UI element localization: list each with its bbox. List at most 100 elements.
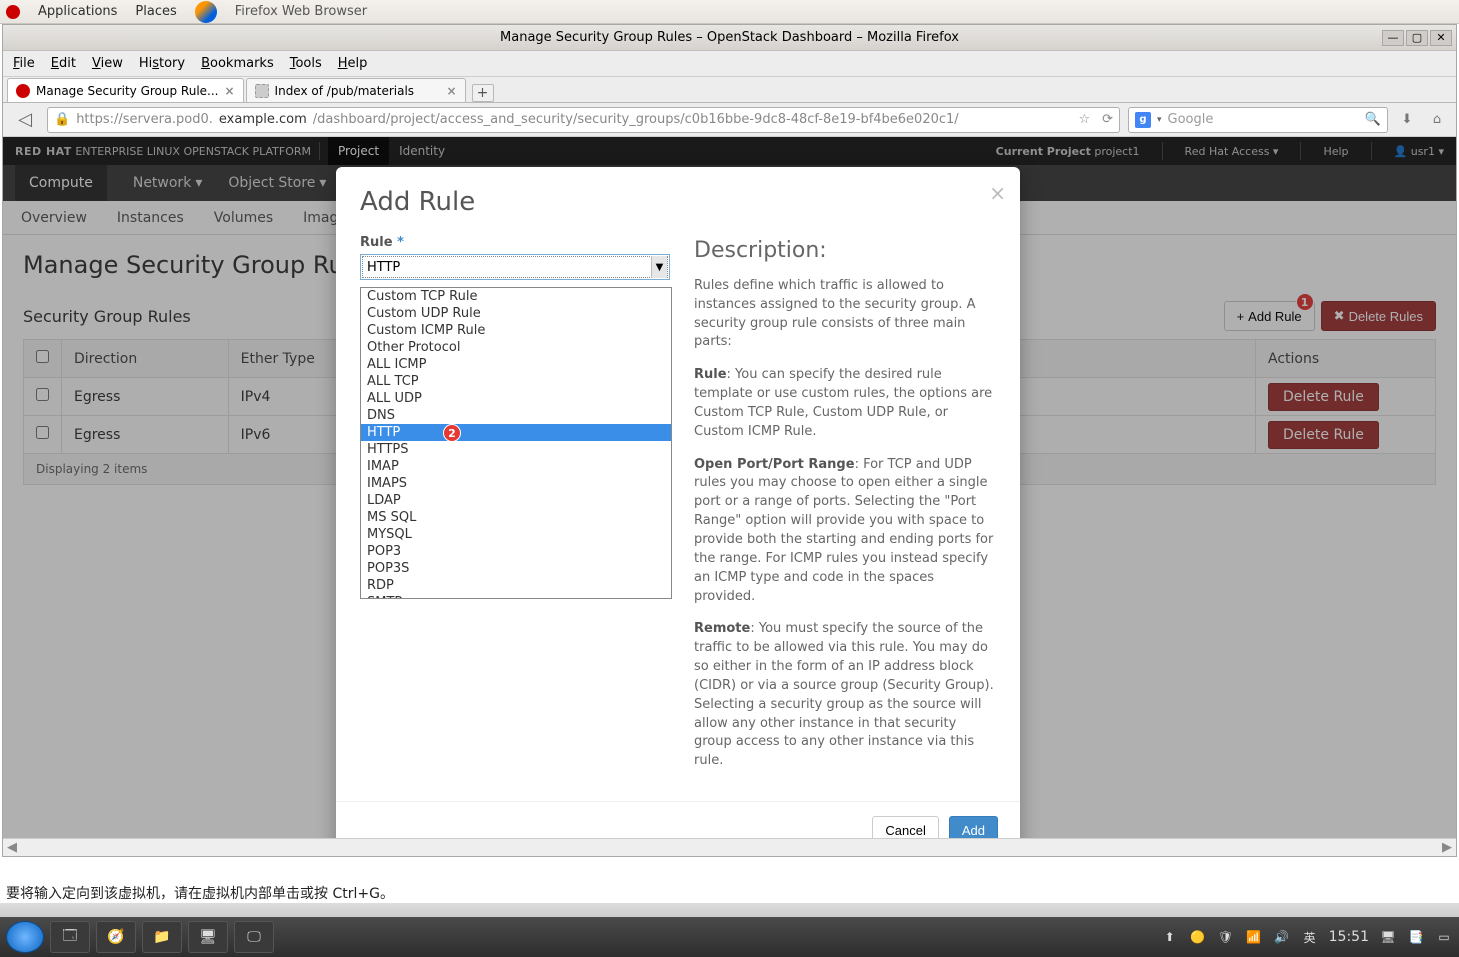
taskbar-item[interactable]: 🗔: [50, 921, 90, 953]
description-heading: Description:: [694, 235, 996, 267]
firefox-icon[interactable]: [195, 1, 217, 23]
rule-option[interactable]: IMAP: [361, 458, 671, 475]
applications-menu[interactable]: Applications: [38, 4, 117, 19]
annotation-badge-2: 2: [443, 424, 461, 442]
scroll-right-icon[interactable]: ▶: [1442, 840, 1452, 855]
taskbar-item[interactable]: 🧭: [96, 921, 136, 953]
tray-icon[interactable]: 🛡: [1217, 928, 1235, 946]
rule-option[interactable]: ALL UDP: [361, 390, 671, 407]
rule-option[interactable]: ALL ICMP: [361, 356, 671, 373]
taskbar-item[interactable]: 📁: [142, 921, 182, 953]
rule-option[interactable]: ALL TCP: [361, 373, 671, 390]
firefox-navigation-row: ◁ 🔒 https://servera.pod0. example.com/das…: [3, 103, 1456, 137]
start-button[interactable]: [6, 921, 44, 953]
search-bar[interactable]: g ▾ Google 🔍: [1128, 107, 1388, 133]
description-remote: Remote: You must specify the source of t…: [694, 620, 996, 771]
menu-bookmarks[interactable]: Bookmarks: [201, 56, 274, 71]
cancel-button[interactable]: Cancel: [872, 816, 938, 838]
rule-option[interactable]: LDAP: [361, 492, 671, 509]
window-title: Manage Security Group Rules – OpenStack …: [500, 30, 959, 45]
rule-option[interactable]: POP3: [361, 543, 671, 560]
menu-tools[interactable]: Tools: [290, 56, 322, 71]
bookmark-star-icon[interactable]: ☆: [1078, 112, 1090, 127]
google-icon: g: [1135, 112, 1151, 128]
tray-volume-icon[interactable]: 🔊: [1273, 928, 1291, 946]
downloads-icon[interactable]: ⬇: [1396, 109, 1418, 131]
firefox-tabstrip: Manage Security Group Rule... × Index of…: [3, 77, 1456, 103]
rule-option[interactable]: MS SQL: [361, 509, 671, 526]
rule-option[interactable]: IMAPS: [361, 475, 671, 492]
favicon-icon: [16, 84, 30, 98]
tray-ime-icon[interactable]: 英: [1301, 928, 1319, 946]
redhat-icon: [6, 5, 20, 19]
rule-dropdown[interactable]: Custom TCP Rule Custom UDP Rule Custom I…: [360, 287, 672, 599]
url-text-prefix: https://servera.pod0.: [76, 112, 213, 127]
tab-label: Index of /pub/materials: [275, 84, 415, 98]
tray-clock[interactable]: 15:51: [1329, 929, 1369, 945]
reload-icon[interactable]: ⟳: [1102, 112, 1113, 127]
menu-file[interactable]: File: [13, 56, 35, 71]
active-app-title: Firefox Web Browser: [235, 4, 367, 19]
add-button[interactable]: Add: [949, 816, 998, 838]
favicon-icon: [255, 84, 269, 98]
window-titlebar: Manage Security Group Rules – OpenStack …: [3, 25, 1456, 51]
tray-icon[interactable]: 📑: [1407, 928, 1425, 946]
vm-input-hint: 要将输入定向到该虚拟机，请在虚拟机内部单击或按 Ctrl+G。: [0, 881, 400, 903]
menu-history[interactable]: History: [139, 56, 185, 71]
rule-option[interactable]: DNS: [361, 407, 671, 424]
tab-label: Manage Security Group Rule...: [36, 84, 218, 98]
rule-select-value: HTTP: [367, 260, 400, 275]
new-tab-button[interactable]: +: [472, 84, 494, 102]
rule-option[interactable]: Custom TCP Rule: [361, 288, 671, 305]
rule-option[interactable]: HTTPS: [361, 441, 671, 458]
window-close-button[interactable]: ✕: [1430, 30, 1452, 46]
tab-index-materials[interactable]: Index of /pub/materials ×: [246, 78, 466, 102]
search-caret-icon[interactable]: ▾: [1157, 115, 1162, 125]
rule-option[interactable]: RDP: [361, 577, 671, 594]
tab-close-icon[interactable]: ×: [224, 84, 234, 98]
rule-option[interactable]: MYSQL: [361, 526, 671, 543]
home-icon[interactable]: ⌂: [1426, 109, 1448, 131]
tray-icon[interactable]: ⬆: [1161, 928, 1179, 946]
tray-icon[interactable]: 🟡: [1189, 928, 1207, 946]
menu-edit[interactable]: Edit: [51, 56, 76, 71]
window-minimize-button[interactable]: —: [1382, 30, 1404, 46]
places-menu[interactable]: Places: [135, 4, 176, 19]
windows-taskbar: 🗔 🧭 📁 🖥 🖵 ⬆ 🟡 🛡 📶 🔊 英 15:51 🖥 📑 ▭: [0, 917, 1459, 957]
page-content: RED HAT ENTERPRISE LINUX OPENSTACK PLATF…: [3, 137, 1456, 838]
tray-wifi-icon[interactable]: 📶: [1245, 928, 1263, 946]
rule-option[interactable]: POP3S: [361, 560, 671, 577]
modal-title: Add Rule: [360, 187, 996, 217]
modal-close-icon[interactable]: ×: [989, 181, 1006, 205]
description-port: Open Port/Port Range: For TCP and UDP ru…: [694, 456, 996, 607]
window-maximize-button[interactable]: ▢: [1406, 30, 1428, 46]
taskbar-item[interactable]: 🖥: [188, 921, 228, 953]
firefox-window: Manage Security Group Rules – OpenStack …: [2, 24, 1457, 857]
rule-option[interactable]: Custom UDP Rule: [361, 305, 671, 322]
gnome-top-panel: Applications Places Firefox Web Browser: [0, 0, 1459, 24]
rule-select[interactable]: HTTP ▼: [360, 254, 670, 280]
description-rule: Rule: You can specify the desired rule t…: [694, 366, 996, 441]
tray-icon[interactable]: ▭: [1435, 928, 1453, 946]
firefox-menubar: File Edit View History Bookmarks Tools H…: [3, 51, 1456, 77]
url-text-path: /dashboard/project/access_and_security/s…: [313, 112, 959, 127]
menu-view[interactable]: View: [92, 56, 123, 71]
rule-option-http[interactable]: HTTP 2: [361, 424, 671, 441]
menu-help[interactable]: Help: [338, 56, 368, 71]
back-button[interactable]: ◁: [11, 106, 39, 134]
rule-option[interactable]: SMTP: [361, 594, 671, 599]
lock-icon: 🔒: [54, 112, 70, 127]
tab-openstack[interactable]: Manage Security Group Rule... ×: [7, 78, 244, 102]
tray-icon[interactable]: 🖥: [1379, 928, 1397, 946]
chevron-down-icon[interactable]: ▼: [651, 256, 667, 278]
rule-option[interactable]: Custom ICMP Rule: [361, 322, 671, 339]
rule-option[interactable]: Other Protocol: [361, 339, 671, 356]
url-bar[interactable]: 🔒 https://servera.pod0. example.com/dashb…: [47, 107, 1120, 133]
add-rule-modal: × Add Rule Rule * HTTP ▼ Custom TCP Rule…: [336, 167, 1020, 838]
description-intro: Rules define which traffic is allowed to…: [694, 277, 996, 352]
tab-close-icon[interactable]: ×: [446, 84, 456, 98]
scroll-left-icon[interactable]: ◀: [7, 840, 17, 855]
taskbar-item[interactable]: 🖵: [234, 921, 274, 953]
url-text-domain: example.com: [219, 112, 307, 127]
search-icon[interactable]: 🔍: [1365, 112, 1381, 127]
